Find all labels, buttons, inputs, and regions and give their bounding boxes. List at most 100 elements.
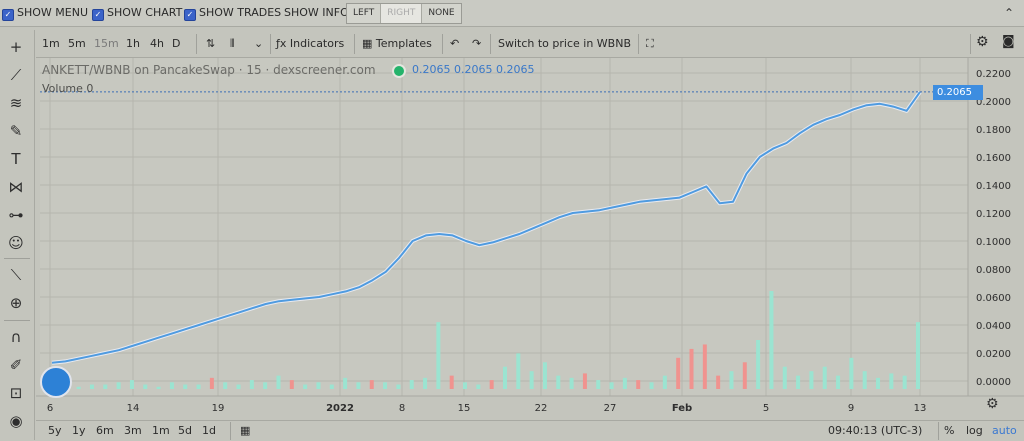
volume-bar [209, 377, 214, 389]
range-1m[interactable]: 1m [152, 424, 170, 438]
legend-ohlc-values: 0.2065 0.2065 0.2065 [412, 63, 535, 76]
lock-icon[interactable]: ⊡ [5, 382, 27, 404]
volume-bar [143, 384, 148, 389]
fib-icon[interactable]: ≋ [5, 92, 27, 114]
y-tick-label: 0.1400 [976, 181, 1011, 192]
volume-bar [263, 382, 268, 389]
chevron-down-icon[interactable]: ⌄ [254, 36, 263, 52]
trendline-icon[interactable]: ⟋ [5, 64, 27, 86]
interval-1m[interactable]: 1m [42, 36, 60, 52]
x-tick-label: 19 [212, 403, 225, 414]
range-5y[interactable]: 5y [48, 424, 62, 438]
percent-toggle[interactable]: % [944, 424, 954, 438]
volume-bar [516, 353, 521, 389]
volume-bar [369, 380, 374, 389]
lock-draw-icon[interactable]: ✐ [5, 354, 27, 376]
eye-icon[interactable]: ◉ [5, 410, 27, 432]
ruler-icon[interactable]: ⟍ [5, 264, 27, 286]
volume-bar [196, 384, 201, 389]
volume-bar [169, 382, 174, 389]
bar-type-icon[interactable]: ⇅ [206, 36, 215, 52]
zoom-icon[interactable]: ⊕ [5, 292, 27, 314]
volume-bar [649, 382, 654, 389]
show-chart-toggle[interactable]: ✓ SHOW CHART [92, 5, 182, 21]
info-right-option[interactable]: RIGHT [381, 4, 423, 23]
toolbar-divider [638, 34, 639, 54]
volume-bar [329, 384, 334, 389]
volume-bar [356, 382, 361, 389]
range-1d[interactable]: 1d [202, 424, 216, 438]
switch-price-button[interactable]: Switch to price in WBNB [498, 36, 631, 52]
clock-time[interactable]: 09:40:13 (UTC-3) [828, 424, 922, 438]
volume-bar [796, 375, 801, 389]
candles-icon[interactable]: ⫴ [230, 36, 235, 52]
x-tick-label: 14 [127, 403, 140, 414]
volume-bar [902, 375, 907, 389]
crosshair-icon[interactable]: + [5, 36, 27, 58]
tool-divider [4, 320, 30, 321]
camera-icon[interactable]: ◙ [1002, 34, 1015, 50]
templates-icon: ▦ [362, 37, 376, 50]
undo-icon[interactable]: ↶ [450, 36, 459, 52]
calendar-icon[interactable]: ▦ [240, 424, 250, 438]
volume-bar [556, 375, 561, 389]
pattern-icon[interactable]: ⋈ [5, 176, 27, 198]
interval-15m[interactable]: 15m [94, 36, 119, 52]
y-tick-label: 0.1600 [976, 153, 1011, 164]
text-icon[interactable]: T [5, 148, 27, 170]
gear-icon[interactable]: ⚙ [976, 34, 989, 50]
axis-settings-icon[interactable]: ⚙ [986, 396, 999, 412]
volume-bar [782, 366, 787, 389]
volume-bar [862, 371, 867, 389]
info-left-option[interactable]: LEFT [347, 4, 382, 23]
templates-button[interactable]: ▦ Templates [362, 36, 432, 52]
plot-background [40, 58, 968, 396]
volume-bar [542, 362, 547, 389]
interval-4h[interactable]: 4h [150, 36, 164, 52]
legend-volume: Volume 0 [42, 82, 94, 95]
range-6m[interactable]: 6m [96, 424, 114, 438]
interval-D[interactable]: D [172, 36, 180, 52]
price-chart[interactable]: 0.22000.20000.18000.16000.14000.12000.10… [36, 58, 1024, 418]
volume-bar [89, 384, 94, 389]
volume-bar [702, 344, 707, 389]
volume-bar [609, 382, 614, 389]
volume-bar [529, 371, 534, 389]
info-none-option[interactable]: NONE [422, 4, 460, 23]
range-3m[interactable]: 3m [124, 424, 142, 438]
auto-toggle[interactable]: auto [992, 424, 1017, 438]
bottom-bar: 5y 1y 6m 3m 1m 5d 1d ▦ 09:40:13 (UTC-3) … [36, 420, 1024, 441]
indicators-button[interactable]: ƒx Indicators [276, 36, 344, 52]
log-toggle[interactable]: log [966, 424, 983, 438]
top-bar: ✓ SHOW MENU ✓ SHOW CHART ✓ SHOW TRADES SHOW… [0, 0, 1024, 27]
bottom-divider [938, 422, 939, 440]
volume-bar [396, 384, 401, 389]
show-trades-toggle[interactable]: ✓ SHOW TRADES [184, 5, 281, 21]
y-tick-label: 0.0000 [976, 377, 1011, 388]
toolbar-divider [270, 34, 271, 54]
toolbar-divider [442, 34, 443, 54]
chart-area[interactable]: 0.2200 0.2000 0.1800 0.1600 0.1400 0.1200 0.10… [36, 58, 1024, 418]
redo-icon[interactable]: ↷ [472, 36, 481, 52]
volume-bar [676, 357, 681, 389]
range-5d[interactable]: 5d [178, 424, 192, 438]
chevron-up-icon[interactable]: ⌃ [1004, 6, 1014, 20]
checkbox-icon: ✓ [92, 9, 104, 21]
show-menu-toggle[interactable]: ✓ SHOW MENU [2, 5, 88, 21]
dexscreener-logo-icon[interactable] [40, 366, 72, 398]
magnet-icon[interactable]: ∩ [5, 326, 27, 348]
volume-bar [303, 384, 308, 389]
emoji-icon[interactable]: ☺ [5, 232, 27, 254]
brush-icon[interactable]: ✎ [5, 120, 27, 142]
range-1y[interactable]: 1y [72, 424, 86, 438]
volume-bar [423, 377, 428, 389]
projection-icon[interactable]: ⊶ [5, 204, 27, 226]
interval-1h[interactable]: 1h [126, 36, 140, 52]
toolbar-divider [490, 34, 491, 54]
volume-bar [476, 384, 481, 389]
show-info-label: SHOW INFO: [284, 6, 353, 19]
y-tick-label: 0.0200 [976, 349, 1011, 360]
volume-bar [129, 380, 134, 389]
fullscreen-icon[interactable]: ⛶ [646, 36, 654, 52]
interval-5m[interactable]: 5m [68, 36, 86, 52]
